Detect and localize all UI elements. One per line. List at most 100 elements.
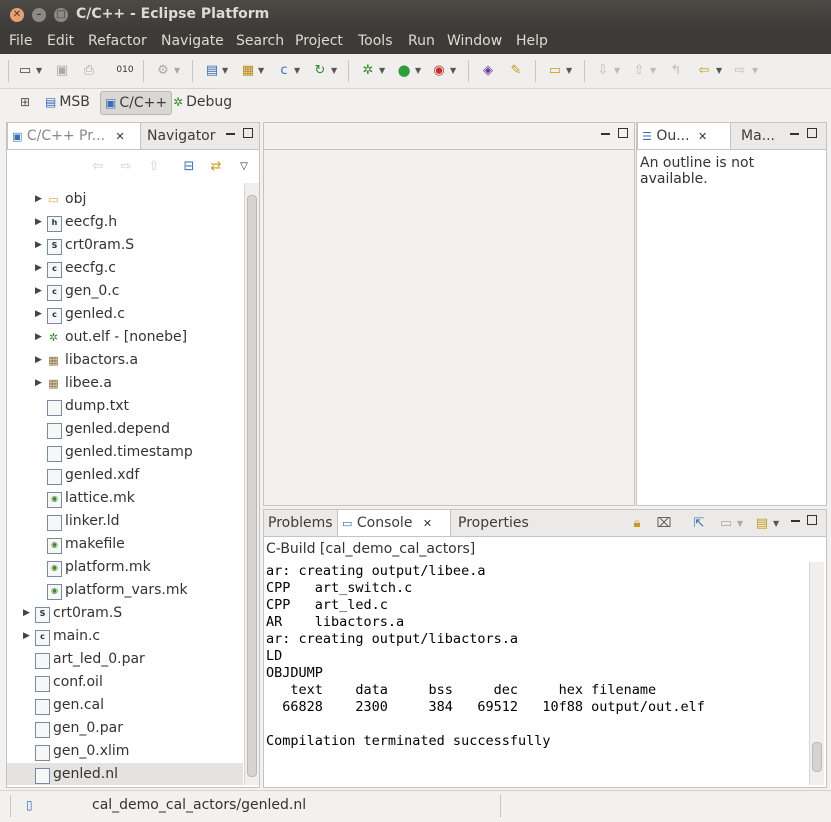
menu-project[interactable]: Project [295, 33, 343, 49]
refresh-icon[interactable]: ↻ [311, 61, 329, 79]
tab-console[interactable]: ▭ Console ✕ [337, 510, 451, 536]
new-source-folder-icon[interactable]: ▦ [239, 61, 257, 79]
close-icon[interactable]: ✕ [423, 517, 432, 530]
chevron-down-icon[interactable]: ▼ [737, 519, 743, 528]
expand-arrow-icon[interactable]: ▶ [35, 280, 45, 303]
menu-run[interactable]: Run [408, 33, 435, 49]
tree-item[interactable]: genled.timestamp [7, 441, 243, 464]
chevron-down-icon[interactable]: ▼ [331, 66, 337, 75]
expand-arrow-icon[interactable]: ▶ [35, 188, 45, 211]
minimize-icon[interactable] [601, 133, 610, 135]
build-binary-icon[interactable]: 010 [116, 61, 134, 79]
menu-search[interactable]: Search [236, 33, 284, 49]
maximize-icon[interactable] [807, 128, 817, 138]
tree-item[interactable]: ▶ Scrt0ram.S [7, 602, 243, 625]
tab-outline[interactable]: ☰ Ou... ✕ [637, 123, 731, 149]
tree-item[interactable]: gen_0.xlim [7, 740, 243, 763]
tab-cpp-projects[interactable]: ▣ C/C++ Pr... ✕ [7, 123, 141, 149]
run-icon[interactable]: ● [395, 61, 413, 79]
perspective-debug[interactable]: ✲ Debug [173, 91, 232, 113]
minimize-window-button[interactable]: – [32, 8, 46, 22]
menu-file[interactable]: File [9, 33, 32, 49]
open-console-icon[interactable]: ▤ [753, 514, 771, 532]
perspective-cpp[interactable]: ▣ C/C++ [100, 91, 173, 115]
maximize-icon[interactable] [618, 128, 628, 138]
display-selected-console-icon[interactable]: ▭ [717, 514, 735, 532]
chevron-down-icon[interactable]: ▼ [174, 66, 180, 75]
tree-item[interactable]: conf.oil [7, 671, 243, 694]
expand-arrow-icon[interactable]: ▶ [35, 211, 45, 234]
expand-arrow-icon[interactable]: ▶ [35, 257, 45, 280]
chevron-down-icon[interactable]: ▼ [379, 66, 385, 75]
view-menu-icon[interactable]: ▽ [235, 157, 253, 175]
link-editor-icon[interactable]: ⇄ [207, 157, 225, 175]
menu-navigate[interactable]: Navigate [161, 33, 224, 49]
tree-item[interactable]: ▶ c gen_0.c [7, 280, 243, 303]
maximize-icon[interactable] [243, 128, 253, 138]
last-edit-icon[interactable]: ↰ [667, 61, 685, 79]
next-annotation-icon[interactable]: ⇩ [594, 61, 612, 79]
forward-icon[interactable]: ⇨ [731, 61, 749, 79]
tree-item[interactable]: ▶ ▭ obj [7, 188, 243, 211]
chevron-down-icon[interactable]: ▼ [222, 66, 228, 75]
print-icon[interactable]: ⎙ [80, 61, 98, 79]
tree-item[interactable]: linker.ld [7, 510, 243, 533]
tree-item[interactable]: gen.cal [7, 694, 243, 717]
tree-item[interactable]: ▶ ▦ libactors.a [7, 349, 243, 372]
save-icon[interactable]: ▣ [53, 61, 71, 79]
open-type-icon[interactable]: ◈ [479, 61, 497, 79]
menu-window[interactable]: Window [447, 33, 502, 49]
expand-arrow-icon[interactable]: ▶ [23, 602, 33, 625]
external-tools-icon[interactable]: ◉ [430, 61, 448, 79]
pin-console-icon[interactable]: ⇱ [690, 514, 708, 532]
menu-tools[interactable]: Tools [358, 33, 393, 49]
tree-item[interactable]: ▶ c eecfg.c [7, 257, 243, 280]
chevron-down-icon[interactable]: ▼ [566, 66, 572, 75]
expand-arrow-icon[interactable]: ▶ [23, 625, 33, 648]
tree-item[interactable]: ▶ h eecfg.h [7, 211, 243, 234]
tree-item[interactable]: gen_0.par [7, 717, 243, 740]
scrollbar-thumb[interactable] [812, 742, 822, 772]
new-icon[interactable]: ▭ [16, 61, 34, 79]
chevron-down-icon[interactable]: ▼ [450, 66, 456, 75]
tree-item[interactable]: ◉ lattice.mk [7, 487, 243, 510]
maximize-window-button[interactable]: □ [54, 8, 68, 22]
explorer-scrollbar[interactable] [244, 183, 259, 785]
chevron-down-icon[interactable]: ▼ [258, 66, 264, 75]
tree-item[interactable]: ▶ c genled.c [7, 303, 243, 326]
minimize-icon[interactable] [226, 133, 235, 135]
minimize-icon[interactable] [791, 520, 800, 522]
scroll-lock-icon[interactable]: 🔒︎ [628, 514, 646, 532]
tree-item[interactable]: ▶ Scrt0ram.S [7, 234, 243, 257]
tree-item[interactable]: dump.txt [7, 395, 243, 418]
tree-item[interactable]: ◉ makefile [7, 533, 243, 556]
build-config-icon[interactable]: ⚙ [154, 61, 172, 79]
chevron-down-icon[interactable]: ▼ [294, 66, 300, 75]
back-icon[interactable]: ⇦ [89, 157, 107, 175]
close-icon[interactable]: ✕ [698, 130, 707, 143]
previous-annotation-icon[interactable]: ⇧ [630, 61, 648, 79]
new-cpp-project-icon[interactable]: ▤ [203, 61, 221, 79]
chevron-down-icon[interactable]: ▼ [773, 519, 779, 528]
tree-item[interactable]: ▶ ✲ out.elf - [nonebe] [7, 326, 243, 349]
debug-icon[interactable]: ✲ [359, 61, 377, 79]
collapse-all-icon[interactable]: ⊟ [180, 157, 198, 175]
perspective-msb[interactable]: ▤ MSB [45, 91, 90, 113]
new-class-icon[interactable]: c [275, 61, 293, 79]
chevron-down-icon[interactable]: ▼ [614, 66, 620, 75]
menu-refactor[interactable]: Refactor [88, 33, 147, 49]
open-folder-icon[interactable]: ▭ [546, 61, 564, 79]
search-icon[interactable]: ✎ [507, 61, 525, 79]
maximize-icon[interactable] [807, 515, 817, 525]
chevron-down-icon[interactable]: ▼ [752, 66, 758, 75]
close-window-button[interactable]: ✕ [10, 8, 24, 22]
tree-item[interactable]: genled.nl [7, 763, 243, 785]
minimize-icon[interactable] [790, 133, 799, 135]
tab-navigator[interactable]: Navigator [143, 123, 220, 149]
tree-item[interactable]: ◉ platform.mk [7, 556, 243, 579]
tab-properties[interactable]: Properties [454, 510, 533, 536]
tab-problems[interactable]: Problems [264, 510, 337, 536]
console-scrollbar[interactable] [809, 562, 824, 785]
tree-item[interactable]: ▶ ▦ libee.a [7, 372, 243, 395]
tree-item[interactable]: ▶ c main.c [7, 625, 243, 648]
